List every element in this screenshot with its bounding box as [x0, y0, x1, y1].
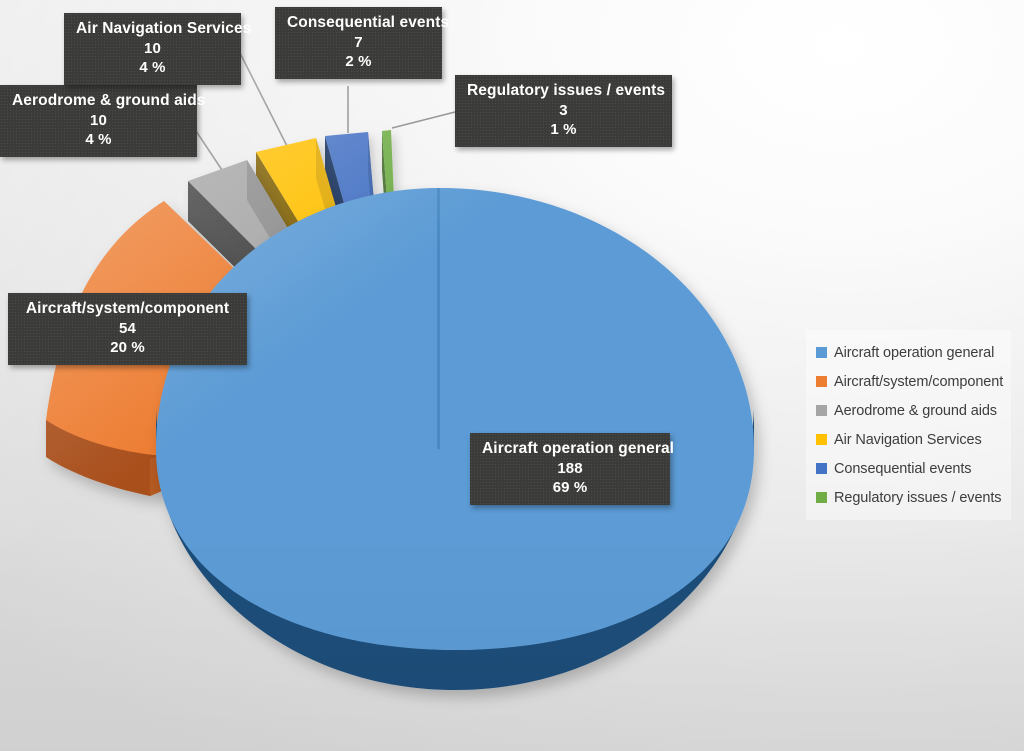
data-label-percent: 69 %	[552, 479, 588, 497]
legend-item-aircraft-system-component[interactable]: Aircraft/system/component	[816, 367, 1005, 396]
pie-slice-cut-left-aircraft-operation	[437, 188, 440, 449]
data-label-percent: 4 %	[139, 59, 166, 77]
legend-swatch-icon	[816, 347, 827, 358]
legend-swatch-icon	[816, 463, 827, 474]
legend-swatch-icon	[816, 376, 827, 387]
legend-item-aerodrome-ground-aids[interactable]: Aerodrome & ground aids	[816, 396, 1005, 425]
legend-swatch-icon	[816, 405, 827, 416]
data-label-value: 10	[90, 111, 107, 129]
data-label-value: 54	[119, 319, 136, 337]
legend-item-label: Consequential events	[834, 460, 972, 477]
leader-line-aerodrome-ground-aids	[195, 130, 223, 171]
data-label-value: 7	[354, 33, 363, 51]
data-label-value: 3	[559, 101, 568, 119]
chart-legend: Aircraft operation general Aircraft/syst…	[806, 330, 1011, 520]
data-label-percent: 2 %	[345, 53, 372, 71]
data-label-value: 188	[557, 459, 583, 477]
legend-item-regulatory-issues-events[interactable]: Regulatory issues / events	[816, 483, 1005, 512]
legend-item-air-navigation-services[interactable]: Air Navigation Services	[816, 425, 1005, 454]
data-label-value: 10	[144, 39, 161, 57]
data-label-name: Consequential events	[287, 14, 450, 31]
legend-item-label: Aircraft/system/component	[834, 373, 1004, 390]
leader-line-regulatory-issues	[391, 111, 456, 129]
data-label-air-navigation-services[interactable]: Air Navigation Services 10 4 %	[64, 13, 252, 86]
legend-swatch-icon	[816, 492, 827, 503]
data-label-consequential-events[interactable]: Consequential events 7 2 %	[275, 7, 450, 80]
data-label-name: Aerodrome & ground aids	[12, 92, 206, 109]
chart-slide: Aircraft operation general 188 69 % Airc…	[0, 0, 1024, 751]
data-label-percent: 1 %	[550, 121, 577, 139]
data-label-regulatory-issues-events[interactable]: Regulatory issues / events 3 1 %	[455, 75, 672, 148]
pie-slice-top-aircraft-operation	[156, 188, 754, 650]
data-label-aircraft-system-component[interactable]: Aircraft/system/component 54 20 %	[8, 293, 247, 366]
legend-swatch-icon	[816, 434, 827, 445]
legend-item-consequential-events[interactable]: Consequential events	[816, 454, 1005, 483]
data-label-percent: 20 %	[110, 339, 145, 357]
legend-item-aircraft-operation-general[interactable]: Aircraft operation general	[816, 338, 1005, 367]
legend-item-label: Aerodrome & ground aids	[834, 402, 997, 419]
data-label-aircraft-operation-general[interactable]: Aircraft operation general 188 69 %	[470, 433, 675, 506]
legend-item-label: Aircraft operation general	[834, 344, 995, 361]
data-label-name: Aircraft/system/component	[25, 300, 230, 317]
legend-item-label: Air Navigation Services	[834, 431, 982, 448]
legend-item-label: Regulatory issues / events	[834, 489, 1002, 506]
data-label-aerodrome-ground-aids[interactable]: Aerodrome & ground aids 10 4 %	[0, 85, 206, 158]
data-label-percent: 4 %	[85, 131, 112, 149]
data-label-name: Aircraft operation general	[482, 440, 675, 457]
data-label-name: Regulatory issues / events	[467, 82, 666, 99]
data-label-name: Air Navigation Services	[76, 20, 252, 37]
